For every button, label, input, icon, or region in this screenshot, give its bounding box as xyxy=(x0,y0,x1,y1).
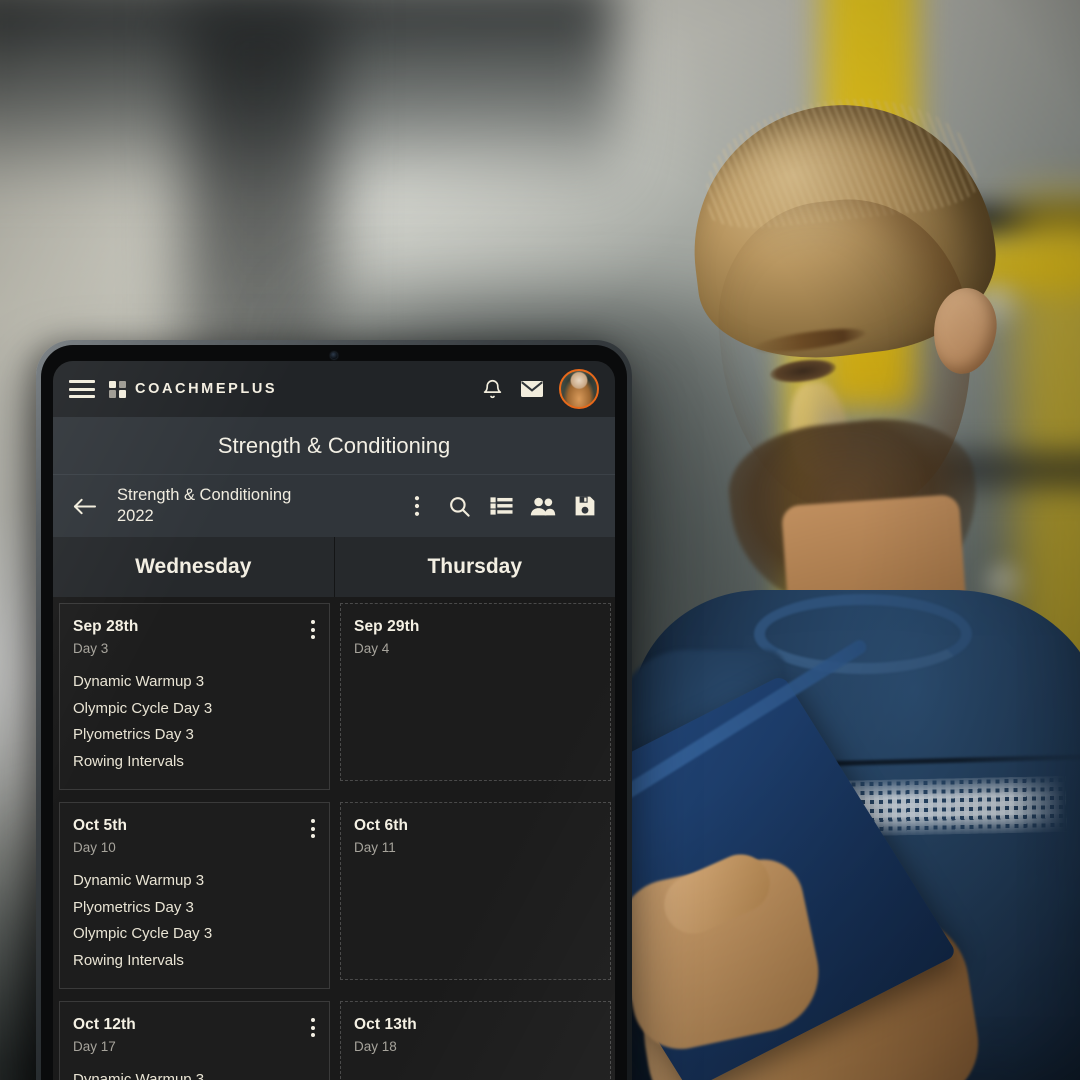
calendar-cell: Oct 13th Day 18 xyxy=(334,995,615,1080)
hamburger-menu-icon[interactable] xyxy=(69,380,95,398)
calendar-body: Sep 28th Day 3 Dynamic Warmup 3 Olympic Cyc… xyxy=(53,597,615,1080)
calendar-week-row: Oct 12th Day 17 Dynamic Warmup 3Plyometric… xyxy=(53,995,615,1080)
brand-name: COACHMEPLUS xyxy=(135,381,278,397)
workout-item[interactable]: Dynamic Warmup 3 xyxy=(73,870,319,893)
calendar: Wednesday Thursday Sep 28th Day 3 Dynamic … xyxy=(53,537,615,1080)
vertical-dots-icon[interactable] xyxy=(401,490,433,522)
workout-item[interactable]: Plyometrics Day 3 xyxy=(73,897,319,920)
calendar-cell: Oct 5th Day 10 Dynamic Warmup 3 Plyometrics… xyxy=(53,796,334,995)
calendar-cell: Oct 12th Day 17 Dynamic Warmup 3Plyometric… xyxy=(53,995,334,1080)
calendar-cell: Sep 29th Day 4 xyxy=(334,597,615,796)
workout-list: Dynamic Warmup 3 Plyometrics Day 3 Olympic… xyxy=(73,870,319,972)
grid-logo-icon xyxy=(109,380,126,398)
day-card-date: Oct 6th xyxy=(354,817,409,834)
people-icon[interactable] xyxy=(527,490,559,522)
program-year: 2022 xyxy=(117,507,154,525)
calendar-cell: Oct 6th Day 11 xyxy=(334,796,615,995)
user-avatar[interactable] xyxy=(559,369,599,409)
workout-item[interactable]: Dynamic Warmup 3 xyxy=(73,671,319,694)
workout-item[interactable]: Rowing Intervals xyxy=(73,950,319,973)
app-bar: COACHMEPLUS xyxy=(53,361,615,417)
column-header-thursday: Thursday xyxy=(427,555,523,578)
calendar-cell: Sep 28th Day 3 Dynamic Warmup 3 Olympic Cyc… xyxy=(53,597,334,796)
program-name: Strength & Conditioning xyxy=(117,486,292,505)
program-toolbar: Strength & Conditioning 2022 xyxy=(53,475,615,537)
day-card-kebab-icon[interactable] xyxy=(310,1018,315,1038)
day-card-day-number: Day 17 xyxy=(73,1039,116,1054)
calendar-week-row: Sep 28th Day 3 Dynamic Warmup 3 Olympic Cyc… xyxy=(53,597,615,796)
tablet-device: COACHMEPLUS Strength & Conditioning Stre… xyxy=(36,340,632,1080)
program-titles: Strength & Conditioning 2022 xyxy=(117,485,291,527)
day-card[interactable]: Oct 6th Day 11 xyxy=(340,802,611,980)
workout-item[interactable]: Olympic Cycle Day 3 xyxy=(73,923,319,946)
tablet-bezel: COACHMEPLUS Strength & Conditioning Stre… xyxy=(41,345,627,1080)
day-card-date: Oct 5th xyxy=(73,817,128,834)
page-title-bar: Strength & Conditioning xyxy=(53,417,615,475)
day-card[interactable]: Oct 5th Day 10 Dynamic Warmup 3 Plyometrics… xyxy=(59,802,330,989)
day-card[interactable]: Oct 13th Day 18 xyxy=(340,1001,611,1080)
workout-item[interactable]: Dynamic Warmup 3 xyxy=(73,1069,319,1080)
day-card[interactable]: Oct 12th Day 17 Dynamic Warmup 3Plyometric… xyxy=(59,1001,330,1080)
workout-item[interactable]: Plyometrics Day 3 xyxy=(73,724,319,747)
day-card-day-number: Day 4 xyxy=(354,641,390,656)
workout-list: Dynamic Warmup 3Plyometrics Day 3 xyxy=(73,1069,319,1080)
calendar-week-row: Oct 5th Day 10 Dynamic Warmup 3 Plyometrics… xyxy=(53,796,615,995)
envelope-icon[interactable] xyxy=(519,376,545,402)
day-card[interactable]: Sep 28th Day 3 Dynamic Warmup 3 Olympic Cyc… xyxy=(59,603,330,790)
workout-item[interactable]: Olympic Cycle Day 3 xyxy=(73,698,319,721)
page-title: Strength & Conditioning xyxy=(217,432,451,458)
calendar-day-headers: Wednesday Thursday xyxy=(53,537,615,597)
column-header-wednesday: Wednesday xyxy=(53,537,335,597)
day-card-day-number: Day 11 xyxy=(354,840,396,855)
tablet-screen: COACHMEPLUS Strength & Conditioning Stre… xyxy=(53,361,615,1080)
day-card-date: Sep 29th xyxy=(354,618,420,635)
day-card-day-number: Day 3 xyxy=(73,641,109,656)
front-camera-icon xyxy=(330,352,338,359)
day-card[interactable]: Sep 29th Day 4 xyxy=(340,603,611,781)
day-card-day-number: Day 10 xyxy=(73,840,116,855)
bell-icon[interactable] xyxy=(479,376,505,402)
workout-item[interactable]: Rowing Intervals xyxy=(73,751,319,774)
save-floppy-icon[interactable] xyxy=(569,490,601,522)
day-card-date: Oct 13th xyxy=(354,1016,417,1033)
list-icon[interactable] xyxy=(485,490,517,522)
brand[interactable]: COACHMEPLUS xyxy=(109,380,278,398)
search-icon[interactable] xyxy=(443,490,475,522)
day-card-date: Sep 28th xyxy=(73,618,139,635)
workout-list: Dynamic Warmup 3 Olympic Cycle Day 3 Plyom… xyxy=(73,671,319,773)
day-card-day-number: Day 18 xyxy=(354,1039,397,1054)
day-card-date: Oct 12th xyxy=(73,1016,136,1033)
arrow-left-icon[interactable] xyxy=(67,489,101,523)
day-card-kebab-icon[interactable] xyxy=(310,819,315,839)
day-card-kebab-icon[interactable] xyxy=(310,620,315,640)
